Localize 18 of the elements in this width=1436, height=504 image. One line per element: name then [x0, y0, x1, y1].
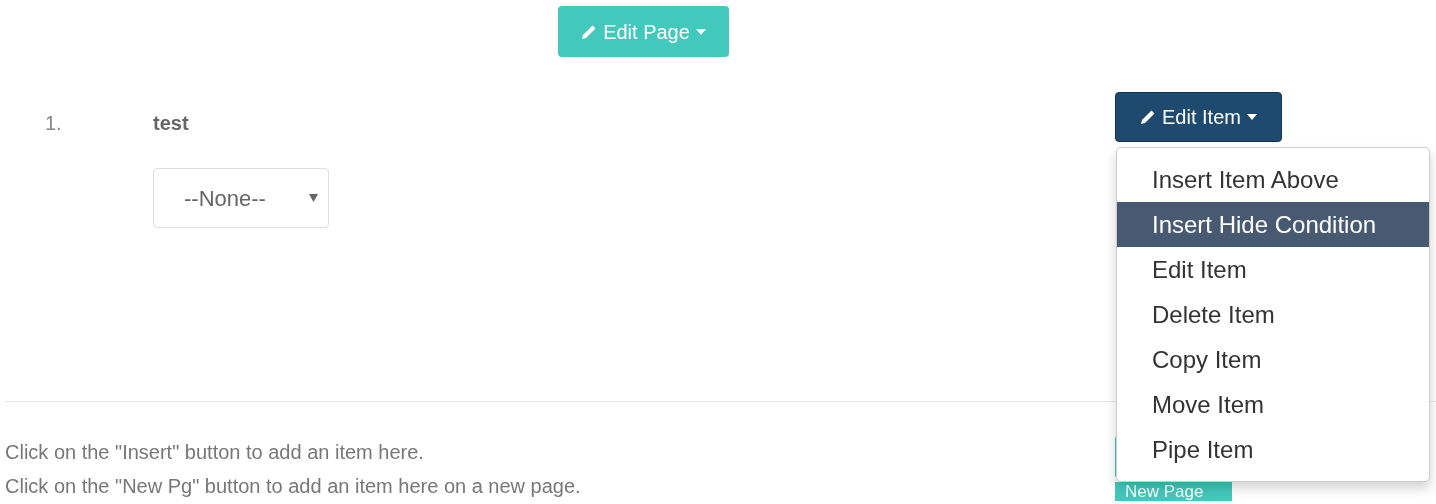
hint-text: Click on the "Insert" button to add an item here. — [5, 440, 425, 465]
select-dropdown[interactable]: --None-- — [153, 168, 329, 228]
item-title: test — [153, 111, 189, 136]
menu-item[interactable]: Pipe Item — [1117, 427, 1429, 472]
pencil-icon — [1140, 109, 1157, 125]
menu-item[interactable]: Insert Hide Condition — [1117, 202, 1429, 247]
caret-icon — [695, 28, 706, 35]
menu-item[interactable]: Edit Item — [1117, 247, 1429, 292]
item-number: 1. — [45, 111, 63, 136]
menu-item[interactable]: Delete Item — [1117, 292, 1429, 337]
pencil-icon — [581, 23, 598, 40]
hint-text: Click on the "New Pg" button to add an item here on a new page. — [5, 474, 582, 499]
caret-icon — [309, 194, 318, 202]
menu-item[interactable]: Insert Item Above — [1117, 157, 1429, 202]
caret-icon — [1246, 114, 1257, 120]
menu-item[interactable]: Move Item — [1117, 382, 1429, 427]
menu-item[interactable]: Copy Item — [1117, 337, 1429, 382]
edit-item-button[interactable]: Edit Item — [1115, 92, 1282, 142]
